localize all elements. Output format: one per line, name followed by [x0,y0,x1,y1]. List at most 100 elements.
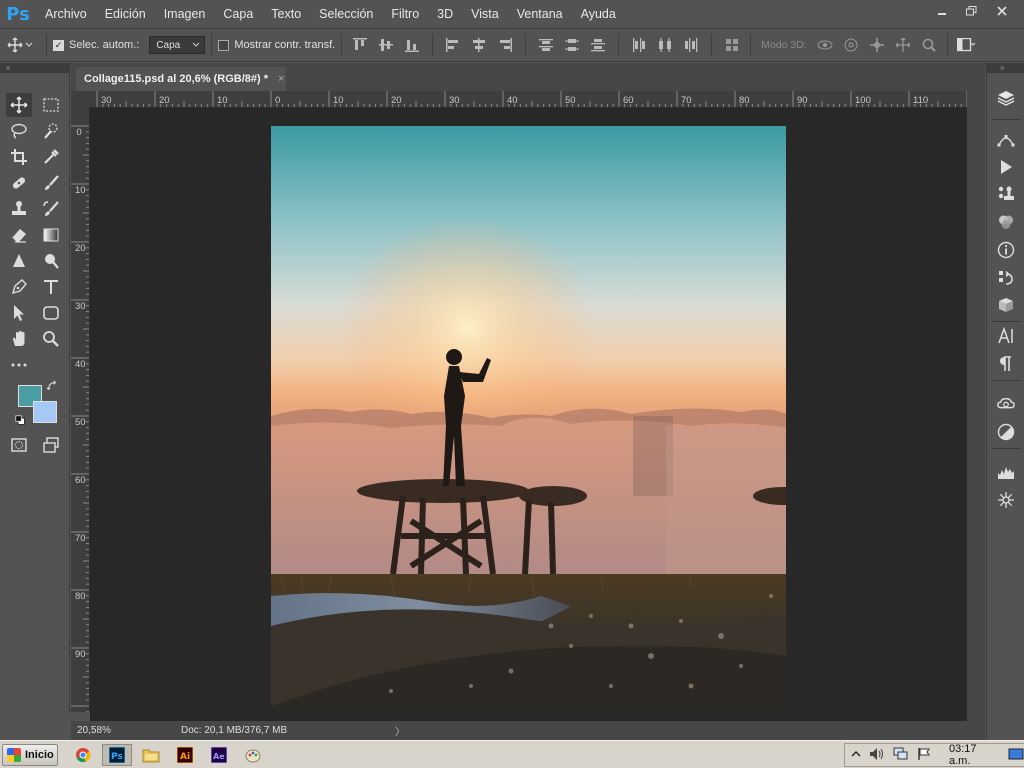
auto-align-icon[interactable] [720,34,744,56]
gradient-icon[interactable] [38,223,64,247]
restore-icon[interactable] [958,0,986,22]
history-icon[interactable] [994,267,1018,289]
toolbar-collapse-handle[interactable]: « [0,63,70,73]
adjustments-icon[interactable] [994,211,1018,233]
auto-select-checkbox[interactable]: ✓ Selec. autom.: [53,39,139,51]
align-top-icon[interactable] [348,34,372,56]
after-effects-icon[interactable]: Ae [204,744,234,766]
menu-texto[interactable]: Texto [262,0,310,28]
distribute-hcenter-icon[interactable] [653,34,677,56]
more-tools-icon[interactable] [6,353,32,377]
clone-source-icon[interactable] [994,183,1018,205]
align-vcenter-icon[interactable] [374,34,398,56]
paths-icon[interactable] [994,128,1018,150]
close-tab-icon[interactable]: × [278,73,284,85]
workspace-icon[interactable] [954,34,978,56]
brush-icon[interactable] [38,171,64,195]
show-hidden-icons-icon[interactable] [851,749,861,762]
layers-icon[interactable] [994,87,1018,109]
clone-stamp-icon[interactable] [6,197,32,221]
align-right-icon[interactable] [493,34,517,56]
screen-mode-icon[interactable] [38,433,64,457]
menu-imagen[interactable]: Imagen [155,0,215,28]
menu-archivo[interactable]: Archivo [36,0,96,28]
menu-3d[interactable]: 3D [428,0,462,28]
align-bottom-icon[interactable] [400,34,424,56]
info-icon[interactable] [994,239,1018,261]
close-icon[interactable] [988,0,1016,22]
menu-vista[interactable]: Vista [462,0,508,28]
path-select-icon[interactable] [6,301,32,325]
histogram-icon[interactable] [994,461,1018,483]
checkbox-unchecked-icon[interactable] [218,39,230,51]
zoom-icon[interactable] [38,327,64,351]
photoshop-taskbar-icon[interactable]: Ps [102,743,132,766]
vertical-ruler[interactable]: 0 10 20 30 40 50 60 70 80 90 [71,108,90,712]
menu-capa[interactable]: Capa [214,0,262,28]
document-canvas[interactable] [271,126,786,706]
background-color-swatch[interactable] [33,401,57,423]
panel-dock-collapse-handle[interactable]: » [986,63,1024,73]
dodge-icon[interactable] [38,249,64,273]
shape-icon[interactable] [38,301,64,325]
menu-seleccion[interactable]: Selección [310,0,382,28]
menu-ayuda[interactable]: Ayuda [572,0,625,28]
horizontal-ruler[interactable]: 30 20 10 0 10 20 30 40 50 60 70 80 90 10… [90,91,967,108]
lasso-icon[interactable] [6,119,32,143]
3d-icon[interactable] [994,294,1018,316]
default-colors-icon[interactable] [12,413,28,427]
menu-edicion[interactable]: Edición [96,0,155,28]
menu-filtro[interactable]: Filtro [382,0,428,28]
eraser-icon[interactable] [6,223,32,247]
3d-slide-icon[interactable] [891,34,915,56]
distribute-top-icon[interactable] [534,34,558,56]
flag-icon[interactable] [917,747,931,764]
vertical-scrollbar[interactable] [967,91,985,721]
quick-select-icon[interactable] [38,119,64,143]
distribute-bottom-icon[interactable] [586,34,610,56]
status-menu-arrow[interactable]: 〉 [395,723,405,738]
navigator-icon[interactable] [994,489,1018,511]
blur-icon[interactable] [6,249,32,273]
start-button[interactable]: Inicio [2,743,58,766]
photoshop-logo[interactable]: Ps [0,0,36,28]
illustrator-icon[interactable]: Ai [170,744,200,766]
pen-icon[interactable] [6,275,32,299]
eyedropper-icon[interactable] [38,145,64,169]
character-icon[interactable] [994,325,1018,347]
document-tab[interactable]: Collage115.psd al 20,6% (RGB/8#) * × [76,67,286,91]
actions-icon[interactable] [994,156,1018,178]
hand-icon[interactable] [6,327,32,351]
show-transform-checkbox[interactable]: Mostrar contr. transf. [218,39,335,51]
distribute-vcenter-icon[interactable] [560,34,584,56]
checkbox-checked-icon[interactable]: ✓ [53,39,64,51]
network-icon[interactable] [893,747,909,764]
show-desktop-icon[interactable] [1008,747,1024,764]
swap-colors-icon[interactable] [44,379,60,393]
minimize-icon[interactable] [928,0,956,22]
quick-mask-icon[interactable] [6,433,32,457]
distribute-left-icon[interactable] [627,34,651,56]
3d-orbit-icon[interactable] [813,34,837,56]
zoom-level-field[interactable]: 20,58% [71,725,121,736]
document-workspace[interactable] [90,108,967,721]
rect-marquee-icon[interactable] [38,93,64,117]
menu-ventana[interactable]: Ventana [508,0,572,28]
libraries-icon[interactable] [994,393,1018,415]
ruler-origin[interactable] [71,91,90,108]
3d-roll-icon[interactable] [839,34,863,56]
volume-icon[interactable] [869,747,885,764]
crop-icon[interactable] [6,145,32,169]
history-brush-icon[interactable] [38,197,64,221]
type-icon[interactable] [38,275,64,299]
styles-icon[interactable] [994,421,1018,443]
file-explorer-icon[interactable] [136,744,166,766]
align-hcenter-icon[interactable] [467,34,491,56]
distribute-right-icon[interactable] [679,34,703,56]
chrome-icon[interactable] [68,744,98,766]
3d-pan-icon[interactable] [865,34,889,56]
move-tool-preset-icon[interactable] [0,37,40,53]
paragraph-icon[interactable] [994,353,1018,375]
move-tool-icon[interactable] [6,93,32,117]
auto-select-target-dropdown[interactable]: Capa [149,36,206,54]
